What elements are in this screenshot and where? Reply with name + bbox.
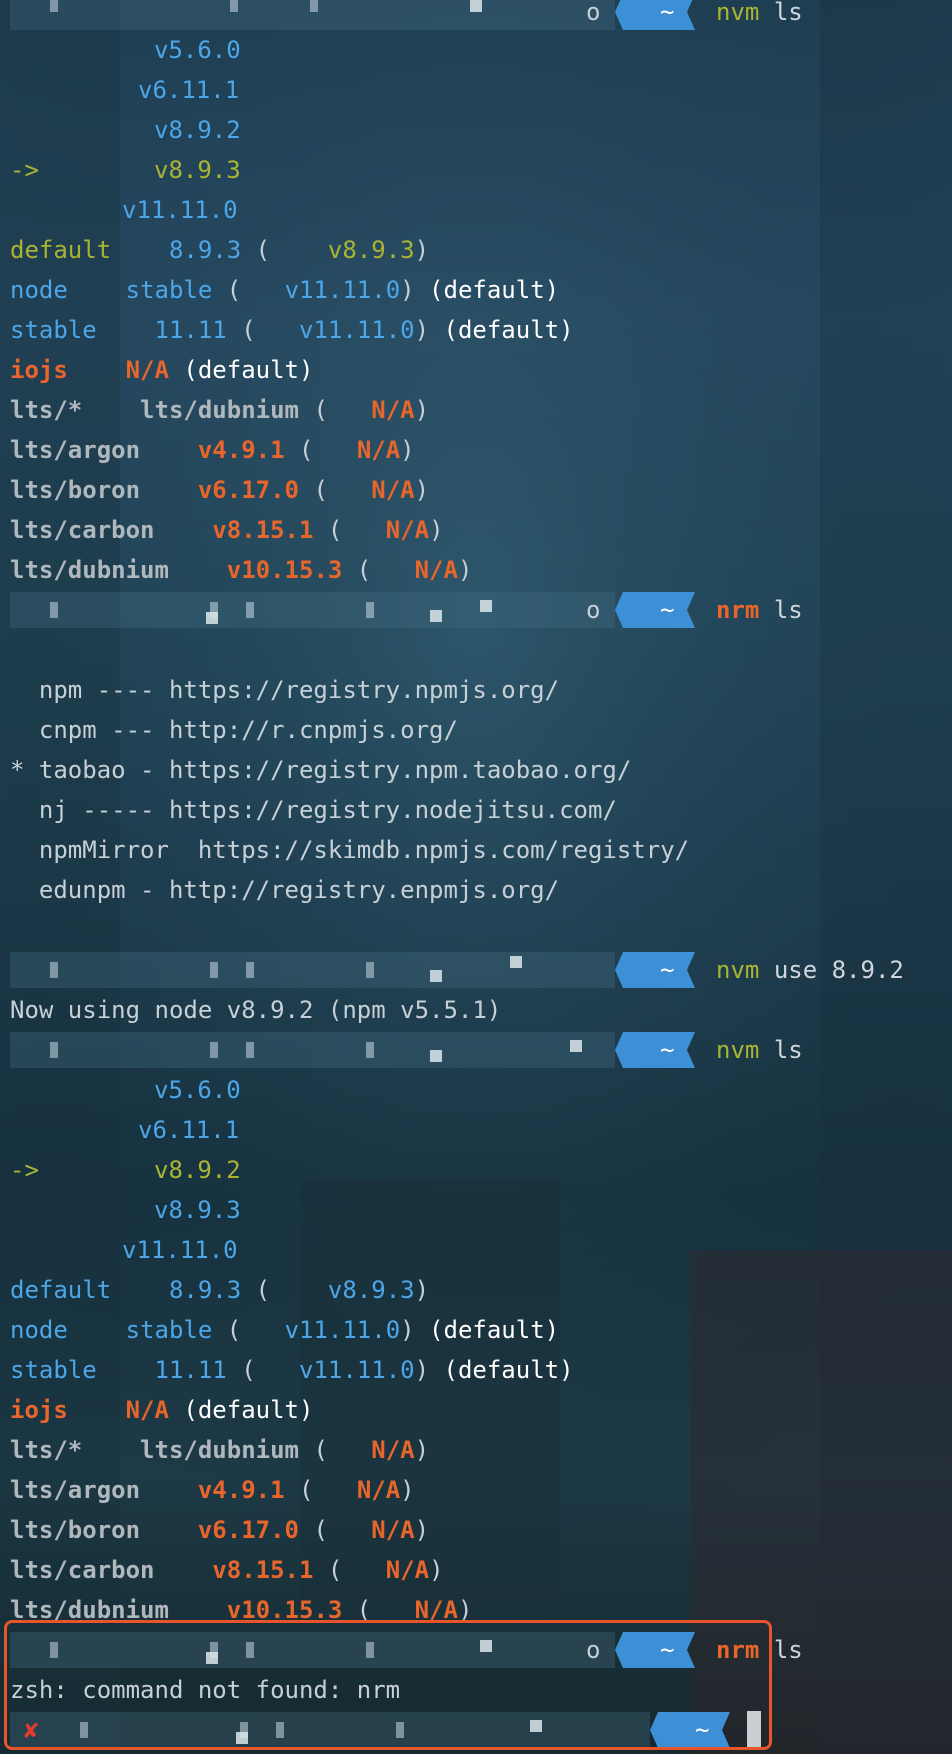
command-output: Now using node v8.9.2 (npm v5.5.1) [10, 996, 502, 1024]
lts-row: lts/carbon v8.15.1 ( N/A) [10, 1556, 444, 1584]
registry-row-active: * taobao - https://registry.npm.taobao.o… [10, 756, 632, 784]
command-text: nvm ls [716, 0, 803, 26]
alias-row: stable 11.11 ( v11.11.0) (default) [10, 316, 574, 344]
registry-row: cnpm --- http://r.cnpmjs.org/ [10, 716, 458, 744]
lts-row: lts/carbon v8.15.1 ( N/A) [10, 516, 444, 544]
command-text: nvm ls [716, 1036, 803, 1064]
version-item: v8.9.3 [154, 1196, 241, 1224]
iojs-row: iojs N/A (default) [10, 356, 314, 384]
version-item-current: v8.9.3 [154, 156, 241, 184]
alias-row: node stable ( v11.11.0) (default) [10, 1316, 560, 1344]
command-text: nrm ls [716, 596, 803, 624]
lts-row: lts/* lts/dubnium ( N/A) [10, 396, 430, 424]
version-item: v6.11.1 [138, 76, 240, 104]
lts-row: lts/boron v6.17.0 ( N/A) [10, 476, 430, 504]
lts-row: lts/argon v4.9.1 ( N/A) [10, 1476, 415, 1504]
alias-row: default 8.9.3 ( v8.9.3) [10, 1276, 430, 1304]
highlight-box [4, 1620, 772, 1750]
version-item: v5.6.0 [154, 1076, 241, 1104]
version-item: v8.9.2 [154, 116, 241, 144]
version-item: v6.11.1 [138, 1116, 240, 1144]
version-item: v11.11.0 [122, 196, 238, 224]
prompt-tail: o [586, 0, 601, 26]
registry-row: nj ----- https://registry.nodejitsu.com/ [10, 796, 617, 824]
lts-row: lts/dubnium v10.15.3 ( N/A) [10, 556, 473, 584]
lts-row: lts/* lts/dubnium ( N/A) [10, 1436, 430, 1464]
current-arrow: -> [10, 156, 39, 184]
registry-row: npmMirror https://skimdb.npmjs.com/regis… [10, 836, 690, 864]
alias-row: default 8.9.3 ( v8.9.3) [10, 236, 430, 264]
registry-row: edunpm - http://registry.enpmjs.org/ [10, 876, 560, 904]
version-item: v11.11.0 [122, 1236, 238, 1264]
current-arrow: -> [10, 1156, 39, 1184]
prompt-tail: o [586, 596, 601, 624]
version-item: v5.6.0 [154, 36, 241, 64]
command-text: nvm use 8.9.2 [716, 956, 904, 984]
alias-row: node stable ( v11.11.0) (default) [10, 276, 560, 304]
lts-row: lts/argon v4.9.1 ( N/A) [10, 436, 415, 464]
registry-row: npm ---- https://registry.npmjs.org/ [10, 676, 560, 704]
version-item-current: v8.9.2 [154, 1156, 241, 1184]
lts-row: lts/boron v6.17.0 ( N/A) [10, 1516, 430, 1544]
iojs-row: iojs N/A (default) [10, 1396, 314, 1424]
alias-row: stable 11.11 ( v11.11.0) (default) [10, 1356, 574, 1384]
